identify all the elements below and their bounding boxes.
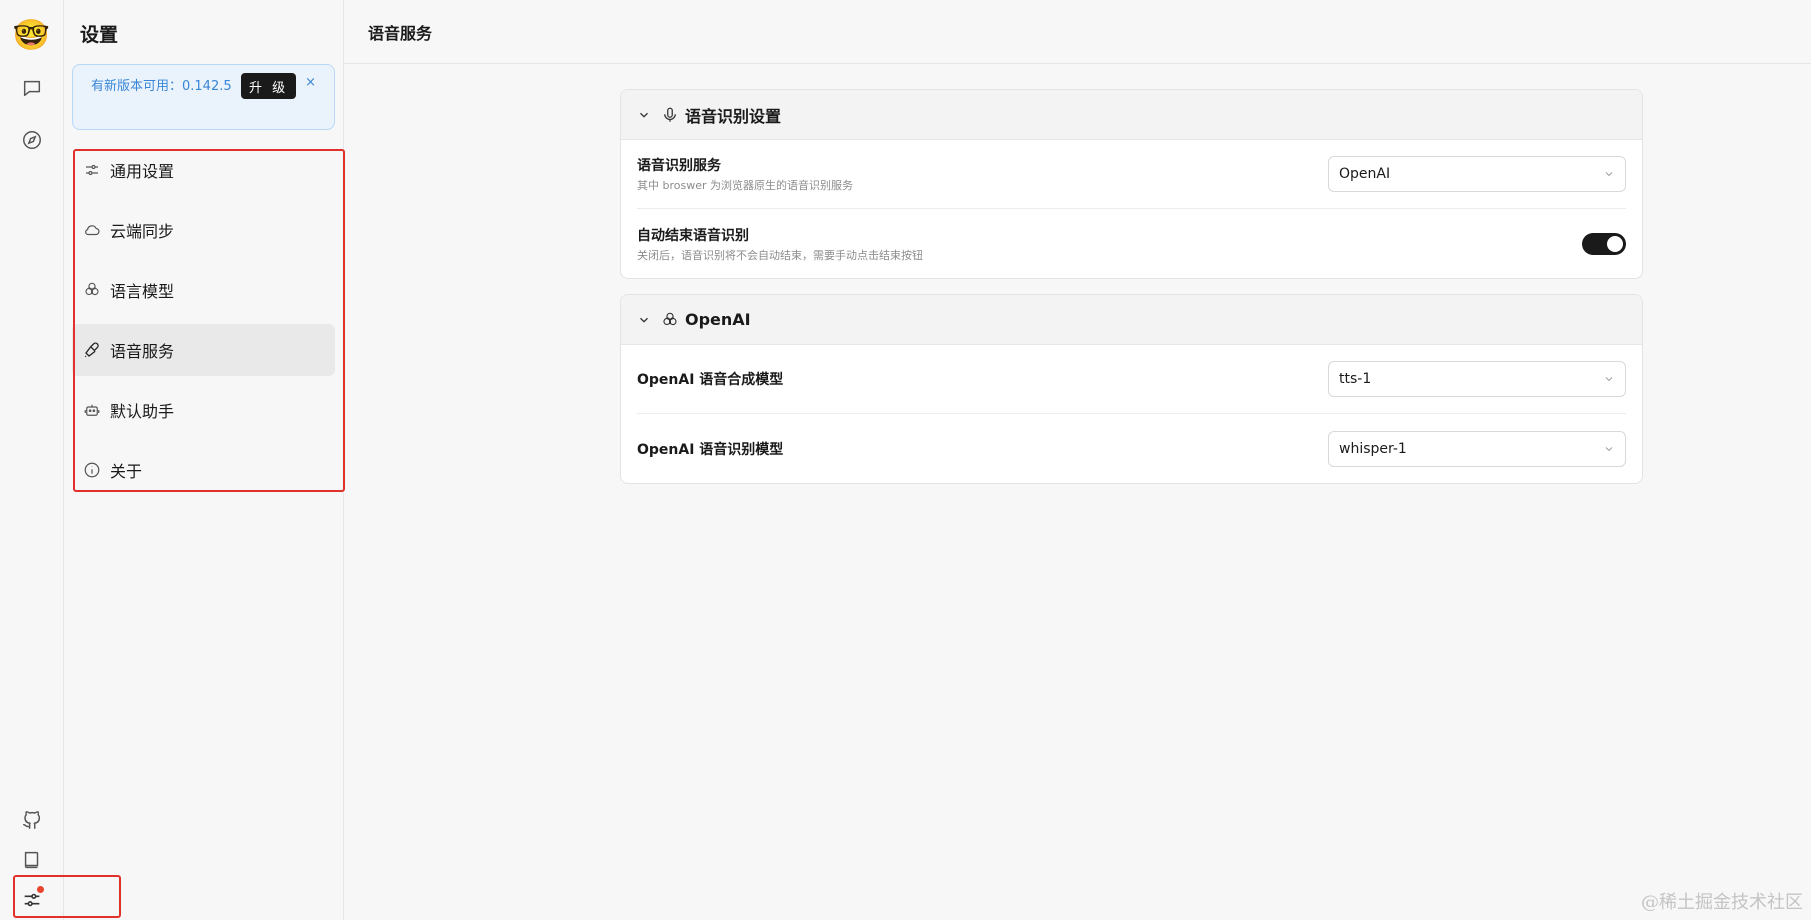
settings-icon[interactable] [12, 880, 52, 920]
chevron-down-icon [1603, 373, 1615, 385]
discover-icon[interactable] [12, 120, 52, 160]
stt-model-select[interactable]: whisper-1 [1328, 430, 1626, 467]
sidebar-item-llm[interactable]: 语言模型 [72, 264, 335, 316]
chevron-down-icon[interactable] [637, 313, 651, 327]
select-value: tts-1 [1339, 371, 1372, 387]
setting-row-auto-stop: 自动结束语音识别 关闭后，语音识别将不会自动结束，需要手动点击结束按钮 [637, 209, 1626, 278]
microphone-icon [661, 106, 679, 124]
sidebar-item-label: 默认助手 [110, 402, 175, 421]
sidebar-item-general[interactable]: 通用设置 [72, 144, 335, 196]
chevron-down-icon[interactable] [637, 108, 651, 122]
sidebar-item-about[interactable]: 关于 [72, 444, 335, 496]
openai-icon [82, 280, 102, 300]
setting-row-stt-service: 语音识别服务 其中 broswer 为浏览器原生的语音识别服务 OpenAI [637, 140, 1626, 209]
section-header[interactable]: 语音识别设置 [621, 90, 1642, 140]
auto-stop-toggle[interactable] [1582, 232, 1626, 255]
openai-icon [661, 311, 679, 329]
close-icon[interactable]: × [305, 75, 316, 90]
upgrade-button[interactable]: 升 级 [241, 73, 297, 99]
speech-recognition-section: 语音识别设置 语音识别服务 其中 broswer 为浏览器原生的语音识别服务 O… [620, 89, 1643, 279]
app-window: 🤓 设置 有新版本可用：0.142.5 升 级 × 通用设置 云端同步 语言模型… [0, 0, 1811, 920]
microphone-icon [82, 340, 102, 360]
setting-label: OpenAI 语音识别模型 [637, 441, 784, 458]
toggle-knob [1607, 235, 1623, 252]
info-icon [82, 460, 102, 480]
setting-label: OpenAI 语音合成模型 [637, 372, 784, 388]
section-header[interactable]: OpenAI [621, 295, 1642, 345]
rail-bottom-group [0, 800, 64, 920]
notification-dot [37, 886, 44, 893]
icon-rail: 🤓 [0, 0, 64, 920]
update-message: 有新版本可用：0.142.5 [91, 79, 232, 94]
stt-service-select[interactable]: OpenAI [1328, 156, 1626, 192]
github-icon[interactable] [12, 800, 52, 840]
setting-description: 关闭后，语音识别将不会自动结束，需要手动点击结束按钮 [637, 248, 923, 262]
update-banner: 有新版本可用：0.142.5 升 级 × [72, 64, 335, 130]
sidebar-item-label: 云端同步 [110, 222, 175, 241]
sidebar-item-label: 语音服务 [110, 342, 175, 361]
setting-description: 其中 broswer 为浏览器原生的语音识别服务 [637, 179, 854, 192]
page-title: 语音服务 [344, 0, 1811, 64]
setting-row-stt-model: OpenAI 语音识别模型 whisper-1 [637, 414, 1626, 483]
chat-icon[interactable] [12, 68, 52, 108]
avatar[interactable]: 🤓 [12, 16, 52, 56]
sidebar-title: 设置 [80, 24, 119, 46]
select-value: OpenAI [1339, 166, 1391, 182]
chevron-down-icon [1603, 168, 1615, 180]
openai-section: OpenAI OpenAI 语音合成模型 tts-1 OpenAI 语音识别模型… [620, 294, 1643, 484]
setting-row-tts-model: OpenAI 语音合成模型 tts-1 [637, 345, 1626, 414]
main-content: 语音服务 语音识别设置 语音识别服务 其中 broswer 为浏览器原生的语音识… [344, 0, 1811, 920]
sidebar-item-label: 语言模型 [110, 282, 175, 301]
tts-model-select[interactable]: tts-1 [1328, 361, 1626, 397]
sidebar-item-assistant[interactable]: 默认助手 [72, 384, 335, 436]
section-title: 语音识别设置 [685, 106, 782, 126]
robot-icon [82, 400, 102, 420]
section-title: OpenAI [685, 310, 751, 329]
sliders-icon [82, 160, 102, 180]
sidebar-item-sync[interactable]: 云端同步 [72, 204, 335, 256]
settings-menu: 通用设置 云端同步 语言模型 语音服务 默认助手 关于 [72, 144, 335, 504]
settings-sidebar: 设置 有新版本可用：0.142.5 升 级 × 通用设置 云端同步 语言模型 语… [64, 0, 344, 920]
sidebar-item-label: 关于 [110, 462, 143, 481]
chevron-down-icon [1603, 443, 1615, 455]
watermark: @稀土掘金技术社区 [1641, 892, 1803, 913]
setting-label: 语音识别服务 [637, 158, 721, 174]
select-value: whisper-1 [1339, 440, 1407, 457]
docs-icon[interactable] [12, 840, 52, 880]
sidebar-item-label: 通用设置 [110, 162, 175, 181]
sidebar-item-voice[interactable]: 语音服务 [72, 324, 335, 376]
cloud-icon [82, 220, 102, 240]
setting-label: 自动结束语音识别 [637, 227, 749, 244]
